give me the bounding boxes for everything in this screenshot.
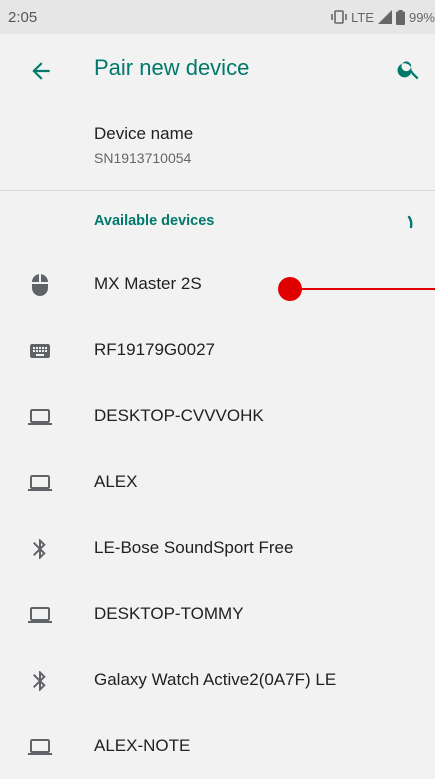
back-arrow-icon[interactable] <box>28 58 54 84</box>
device-label: ALEX <box>94 472 138 491</box>
available-devices-list: MX Master 2S RF19179G0027 DESKTOP-CVVVOH… <box>0 251 435 779</box>
touch-pointer-trail <box>290 288 435 290</box>
device-label: Galaxy Watch Active2(0A7F) LE <box>94 670 337 689</box>
vibrate-icon <box>331 10 347 24</box>
page-title: Pair new device <box>94 55 250 80</box>
device-item-alex-note[interactable]: ALEX-NOTE <box>0 713 435 779</box>
battery-icon <box>395 9 405 25</box>
laptop-icon <box>28 739 52 755</box>
device-item-le-bose-soundsport-free[interactable]: LE-Bose SoundSport Free <box>0 515 435 581</box>
status-bar: 2:05 LTE 99% <box>0 0 435 34</box>
available-devices-header: Available devices <box>94 213 215 229</box>
device-name-title: Device name <box>94 124 194 143</box>
laptop-icon <box>28 475 52 491</box>
device-name-setting[interactable]: Device name SN1913710054 <box>0 110 435 188</box>
device-label: DESKTOP-CVVVOHK <box>94 406 264 425</box>
device-label: DESKTOP-TOMMY <box>94 604 244 623</box>
device-label: ALEX-NOTE <box>94 736 191 755</box>
app-bar: Pair new device <box>0 34 435 106</box>
status-icons: LTE 99% <box>331 9 435 25</box>
laptop-icon <box>28 409 52 425</box>
device-item-rf19179g0027[interactable]: RF19179G0027 <box>0 317 435 383</box>
device-name-value: SN1913710054 <box>94 150 192 166</box>
search-icon[interactable] <box>396 56 422 82</box>
device-item-mx-master-2s[interactable]: MX Master 2S <box>0 251 435 317</box>
keyboard-icon <box>30 344 50 358</box>
device-label: RF19179G0027 <box>94 340 215 359</box>
network-type: LTE <box>351 9 374 25</box>
signal-icon <box>377 10 392 24</box>
laptop-icon <box>28 607 52 623</box>
device-item-galaxy-watch-active2[interactable]: Galaxy Watch Active2(0A7F) LE <box>0 647 435 713</box>
touch-pointer-dot <box>278 277 302 301</box>
device-item-desktop-tommy[interactable]: DESKTOP-TOMMY <box>0 581 435 647</box>
divider <box>0 190 435 191</box>
mouse-icon <box>32 274 48 296</box>
battery-level: 99% <box>408 9 435 25</box>
bluetooth-icon <box>33 539 46 559</box>
device-item-alex[interactable]: ALEX <box>0 449 435 515</box>
bluetooth-icon <box>33 671 46 691</box>
device-label: LE-Bose SoundSport Free <box>94 538 294 557</box>
status-time: 2:05 <box>8 8 38 26</box>
device-item-desktop-cvvvohk[interactable]: DESKTOP-CVVVOHK <box>0 383 435 449</box>
scanning-spinner-icon <box>407 215 413 229</box>
device-label: MX Master 2S <box>94 274 202 293</box>
